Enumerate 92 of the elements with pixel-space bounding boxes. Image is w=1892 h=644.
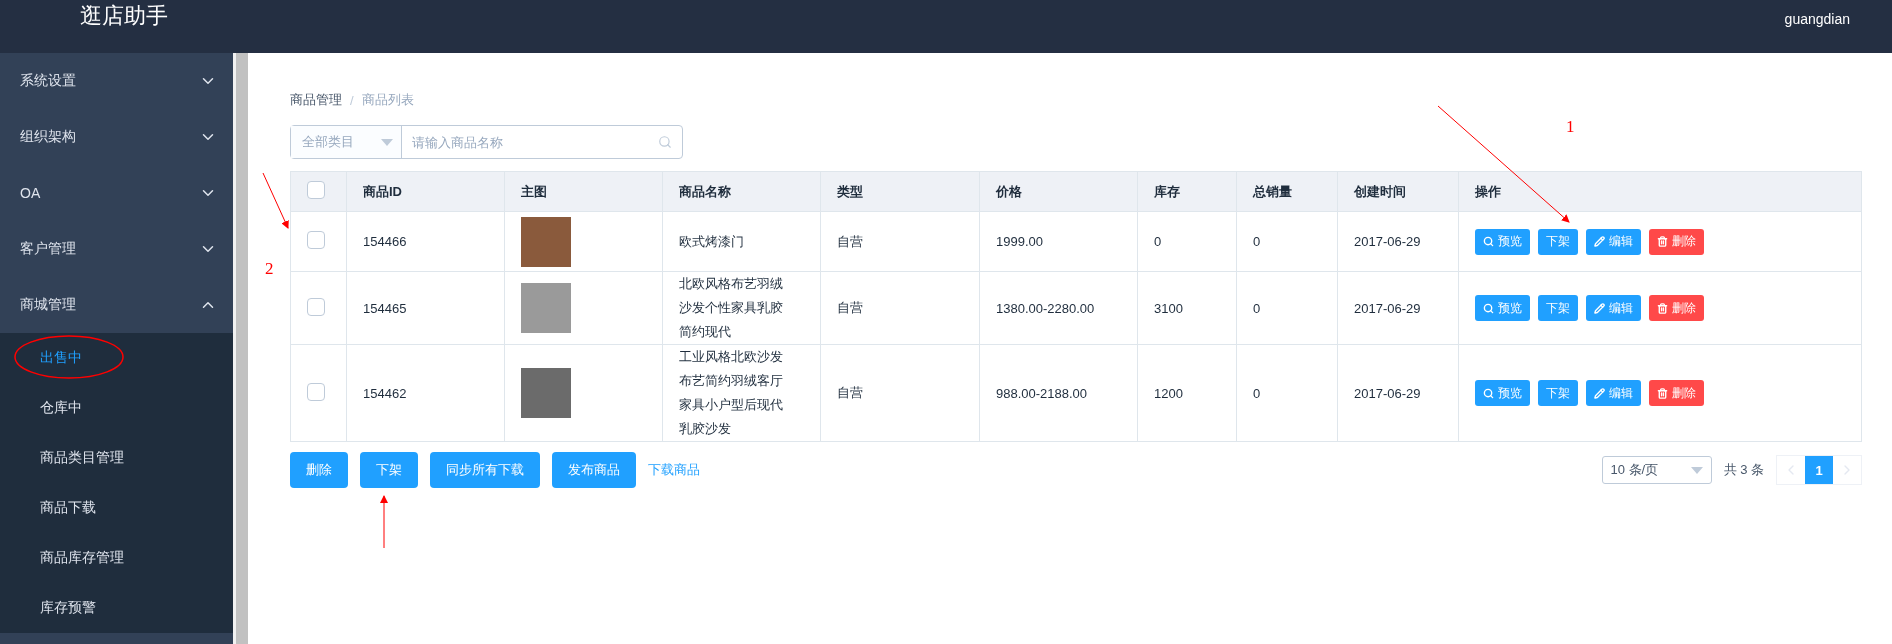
search-icon xyxy=(658,135,672,149)
edit-button[interactable]: 编辑 xyxy=(1586,295,1641,321)
caret-icon xyxy=(381,138,393,146)
pencil-icon xyxy=(1594,236,1605,247)
table-cell-text: 工业风格北欧沙发布艺简约羽绒客厅家具小户型后现代乳胶沙发 xyxy=(679,348,784,438)
action-button[interactable]: 发布商品 xyxy=(552,452,636,488)
photo-placeholder xyxy=(521,283,571,333)
column-header: 库存 xyxy=(1137,171,1237,212)
sidebar-item[interactable]: 商品库存管理 xyxy=(0,533,233,583)
table-cell: 988.00-2188.00 xyxy=(979,344,1138,442)
pencil-icon xyxy=(1594,302,1605,314)
sidebar-group[interactable]: 系统设置 xyxy=(0,53,233,109)
checkbox[interactable] xyxy=(307,297,325,316)
sidebar-item[interactable]: 库存预警 xyxy=(0,583,233,633)
table-cell: 154466 xyxy=(346,211,505,272)
table-cell: 1380.00-2280.00 xyxy=(979,271,1138,345)
checkbox[interactable] xyxy=(307,231,325,249)
column-header: 总销量 xyxy=(1236,171,1338,212)
pencil-icon xyxy=(1594,387,1605,399)
trash-icon xyxy=(1657,236,1668,247)
sidebar-item[interactable]: 仓库中 xyxy=(0,383,233,433)
trash-icon xyxy=(1657,387,1668,399)
delete-button[interactable]: 删除 xyxy=(1649,380,1704,406)
app-title: 逛店助手 xyxy=(80,1,168,30)
preview-button[interactable]: 预览 xyxy=(1475,380,1530,406)
column-header: 操作 xyxy=(1458,171,1862,212)
search-field[interactable]: 全部类目 请输入商品名称 xyxy=(290,125,683,159)
sidebar-item[interactable]: 出售中 xyxy=(0,333,233,383)
column-header: 价格 xyxy=(979,171,1138,212)
delete-button[interactable]: 删除 xyxy=(1649,228,1704,255)
table-cell: 2017-06-29 xyxy=(1337,344,1459,442)
checkbox[interactable] xyxy=(307,382,325,401)
download-link[interactable]: 下载商品 xyxy=(648,461,700,479)
sidebar-group[interactable]: OA xyxy=(0,165,233,221)
column-header: 商品ID xyxy=(346,171,505,212)
unlist-button[interactable]: 下架 xyxy=(1538,228,1578,255)
annotation-label: 1 xyxy=(1566,117,1575,136)
table-cell: 154462 xyxy=(346,344,505,442)
table-cell: 0 xyxy=(1236,211,1338,272)
username[interactable]: guangdian xyxy=(1784,10,1850,27)
table-cell: 154465 xyxy=(346,271,505,345)
table-cell: 1999.00 xyxy=(979,211,1138,272)
photo-placeholder xyxy=(521,368,571,418)
table-cell-text: 欧式烤漆门 xyxy=(679,232,745,251)
table-cell-text: 北欧风格布艺羽绒沙发个性家具乳胶简约现代 xyxy=(679,275,784,341)
search-icon xyxy=(1483,302,1494,314)
action-button[interactable]: 同步所有下载 xyxy=(430,452,540,488)
breadcrumb-separator: / xyxy=(350,92,354,108)
trash-icon xyxy=(1657,302,1668,314)
delete-button[interactable]: 删除 xyxy=(1649,295,1704,321)
action-button[interactable]: 下架 xyxy=(360,452,418,488)
page-size-select[interactable]: 10 条/页 xyxy=(1601,456,1712,484)
sidebar-group[interactable]: 组织架构 xyxy=(0,109,233,165)
search-icon xyxy=(1483,236,1494,247)
edit-button[interactable]: 编辑 xyxy=(1586,380,1641,406)
sidebar-item[interactable]: 商品类目管理 xyxy=(0,433,233,483)
category-select[interactable]: 全部类目 xyxy=(291,126,402,158)
annotation-label: 2 xyxy=(265,259,274,278)
table-cell: 1200 xyxy=(1137,344,1237,442)
unlist-button[interactable]: 下架 xyxy=(1538,380,1578,406)
table-cell: 自营 xyxy=(820,344,980,442)
table-cell: 0 xyxy=(1236,344,1338,442)
breadcrumb-item[interactable]: 商品管理 xyxy=(290,91,342,109)
breadcrumb-item: 商品列表 xyxy=(361,91,414,109)
scrollbar[interactable] xyxy=(233,53,248,644)
table-cell: 2017-06-29 xyxy=(1337,211,1459,272)
table-cell: 0 xyxy=(1236,271,1338,345)
caret-icon xyxy=(1690,466,1703,474)
preview-button[interactable]: 预览 xyxy=(1475,295,1530,321)
annotation-arrow xyxy=(262,172,289,229)
search-icon xyxy=(1483,387,1494,399)
table-cell: 3100 xyxy=(1137,271,1237,345)
table-cell: 0 xyxy=(1137,211,1237,272)
sidebar-group[interactable]: 商城管理 xyxy=(0,277,233,333)
checkbox[interactable] xyxy=(307,181,325,199)
sidebar-group[interactable]: 客户管理 xyxy=(0,221,233,277)
table-cell: 自营 xyxy=(820,271,980,345)
unlist-button[interactable]: 下架 xyxy=(1538,295,1578,321)
column-header: 主图 xyxy=(504,171,663,212)
total-count: 共 3 条 xyxy=(1723,461,1764,479)
sidebar-item[interactable]: 商品下载 xyxy=(0,483,233,533)
column-header: 创建时间 xyxy=(1337,171,1459,212)
edit-button[interactable]: 编辑 xyxy=(1586,228,1641,255)
photo-placeholder xyxy=(521,216,571,267)
column-header: 商品名称 xyxy=(662,171,821,212)
table-cell: 2017-06-29 xyxy=(1337,271,1459,345)
annotation-arrow xyxy=(380,495,388,549)
preview-button[interactable]: 预览 xyxy=(1475,228,1530,255)
table-cell: 自营 xyxy=(820,211,980,272)
action-button[interactable]: 删除 xyxy=(290,452,348,488)
page-button[interactable]: 1 xyxy=(1805,456,1833,484)
column-header: 类型 xyxy=(820,171,980,212)
